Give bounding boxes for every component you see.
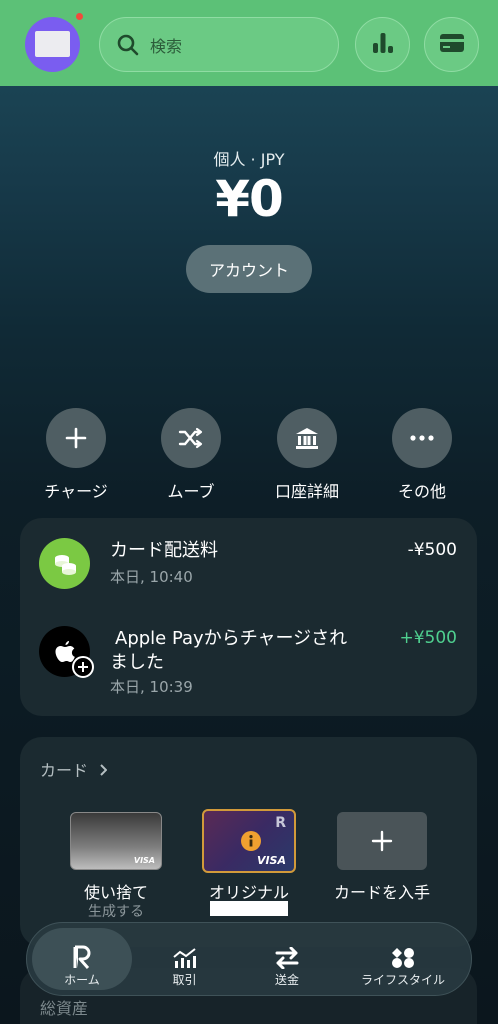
- transaction-title: Apple Payからチャージされ: [115, 628, 348, 649]
- get-card-button[interactable]: [337, 812, 427, 870]
- lifestyle-icon: [347, 935, 459, 969]
- search-icon: [116, 33, 140, 57]
- card-sublabel: 生成する: [88, 904, 144, 920]
- quick-actions: チャージ ムーブ 口座詳細 その他: [0, 408, 498, 503]
- notification-dot: [76, 13, 83, 20]
- action-label: 口座詳細: [274, 482, 339, 501]
- action-label: ムーブ: [167, 482, 215, 501]
- revolut-logo-icon: R: [275, 815, 286, 831]
- transfer-icon: [237, 935, 337, 969]
- transaction-amount: -¥500: [407, 540, 457, 560]
- action-charge[interactable]: チャージ: [26, 408, 126, 502]
- cards-button[interactable]: [424, 17, 479, 72]
- add-badge-icon: [72, 656, 94, 678]
- balance-amount: ¥0: [215, 170, 284, 228]
- transaction-title: カード配送料: [110, 540, 218, 561]
- info-icon: [241, 831, 261, 851]
- action-label: チャージ: [44, 482, 108, 501]
- plus-icon: [46, 408, 106, 468]
- nav-label: ホーム: [64, 973, 100, 987]
- redacted-block: [210, 901, 288, 916]
- account-button[interactable]: アカウント: [186, 245, 312, 293]
- card-label: オリジナル: [208, 883, 289, 902]
- action-account-details[interactable]: 口座詳細: [257, 408, 357, 502]
- card-label: カードを入手: [333, 883, 430, 902]
- nav-transfer[interactable]: 送金: [237, 923, 337, 995]
- nav-label: ライフスタイル: [360, 973, 445, 987]
- cards-section: カード VISA 使い捨て 生成する R VISA オリジナル カードを入手: [20, 737, 477, 947]
- transaction-row[interactable]: カード配送料 本日, 10:40 -¥500: [20, 518, 477, 616]
- nav-home[interactable]: ホーム: [32, 923, 132, 995]
- bottom-nav: ホーム 取引 送金 ライフスタイル: [26, 922, 472, 996]
- coins-icon: [39, 538, 90, 589]
- transactions-card: カード配送料 本日, 10:40 -¥500 Apple Payからチャージされ…: [20, 518, 477, 716]
- plus-icon: [371, 830, 393, 852]
- cards-heading-label: カード: [40, 761, 89, 780]
- avatar-image: [35, 31, 70, 57]
- visa-logo: VISA: [256, 854, 286, 867]
- transaction-title-line2: ました: [110, 652, 164, 673]
- stats-button[interactable]: [355, 17, 410, 72]
- transaction-row[interactable]: Apple Payからチャージされ ました 本日, 10:39 +¥500: [20, 616, 477, 716]
- nav-lifestyle[interactable]: ライフスタイル: [347, 923, 459, 995]
- avatar[interactable]: [25, 13, 83, 72]
- chart-icon: [137, 935, 232, 969]
- search-input[interactable]: 検索: [99, 17, 339, 72]
- revolut-logo-icon: [32, 935, 132, 969]
- bank-icon: [277, 408, 337, 468]
- nav-label: 送金: [274, 973, 299, 987]
- action-label: その他: [397, 482, 446, 501]
- shuffle-icon: [161, 408, 221, 468]
- search-placeholder: 検索: [150, 36, 183, 56]
- transaction-time: 本日, 10:40: [110, 568, 193, 586]
- nav-transactions[interactable]: 取引: [137, 923, 232, 995]
- visa-logo: VISA: [133, 856, 155, 865]
- chevron-right-icon: [99, 761, 108, 780]
- cards-heading[interactable]: カード: [40, 757, 108, 781]
- card-icon: [439, 33, 465, 57]
- bar-chart-icon: [370, 30, 396, 60]
- more-icon: [392, 408, 452, 468]
- nav-label: 取引: [172, 973, 197, 987]
- card-label: 使い捨て: [83, 883, 148, 902]
- original-card[interactable]: R VISA: [202, 809, 296, 873]
- transaction-amount: +¥500: [399, 628, 457, 648]
- account-label: 個人 · JPY: [213, 150, 285, 169]
- action-move[interactable]: ムーブ: [141, 408, 241, 502]
- action-more[interactable]: その他: [372, 408, 472, 502]
- total-assets-title: 総資産: [40, 999, 89, 1018]
- disposable-card[interactable]: VISA: [70, 812, 162, 870]
- top-bar: 検索: [0, 0, 498, 86]
- transaction-time: 本日, 10:39: [110, 678, 193, 696]
